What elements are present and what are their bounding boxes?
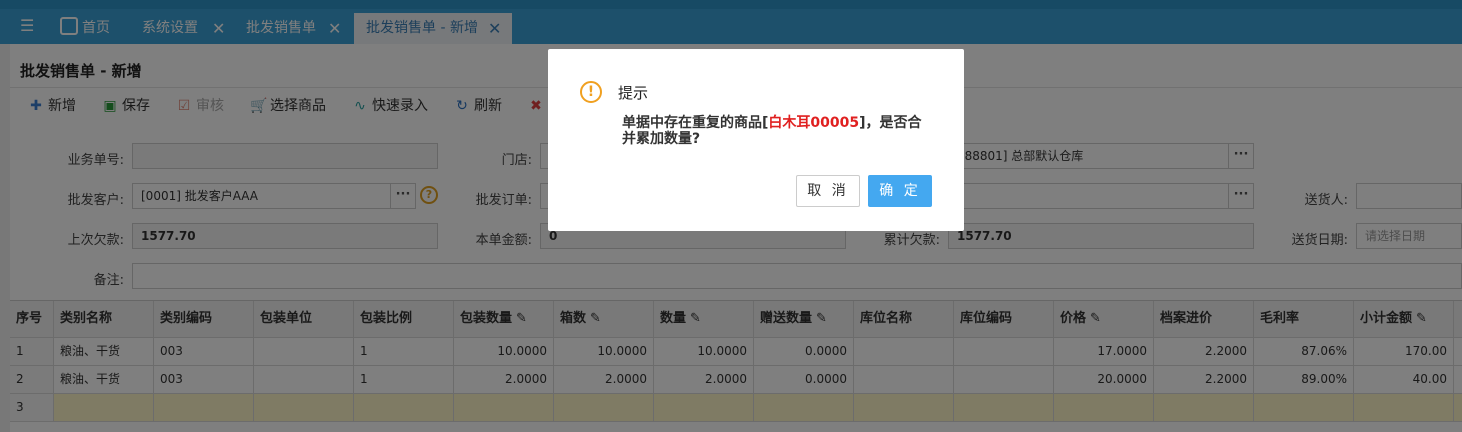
cancel-button[interactable]: 取 消 (796, 175, 860, 207)
confirm-button[interactable]: 确 定 (868, 175, 932, 207)
dialog-title: 提示 (618, 84, 649, 102)
dialog-message: 单据中存在重复的商品[白木耳00005]，是否合并累加数量? (622, 115, 932, 147)
duplicate-item-name: 白木耳00005 (768, 115, 860, 131)
warning-icon: ! (580, 81, 602, 103)
confirm-dialog: ! 提示 单据中存在重复的商品[白木耳00005]，是否合并累加数量? 取 消 … (548, 49, 964, 231)
dialog-message-text: 单据中存在重复的商品[ (622, 115, 769, 131)
